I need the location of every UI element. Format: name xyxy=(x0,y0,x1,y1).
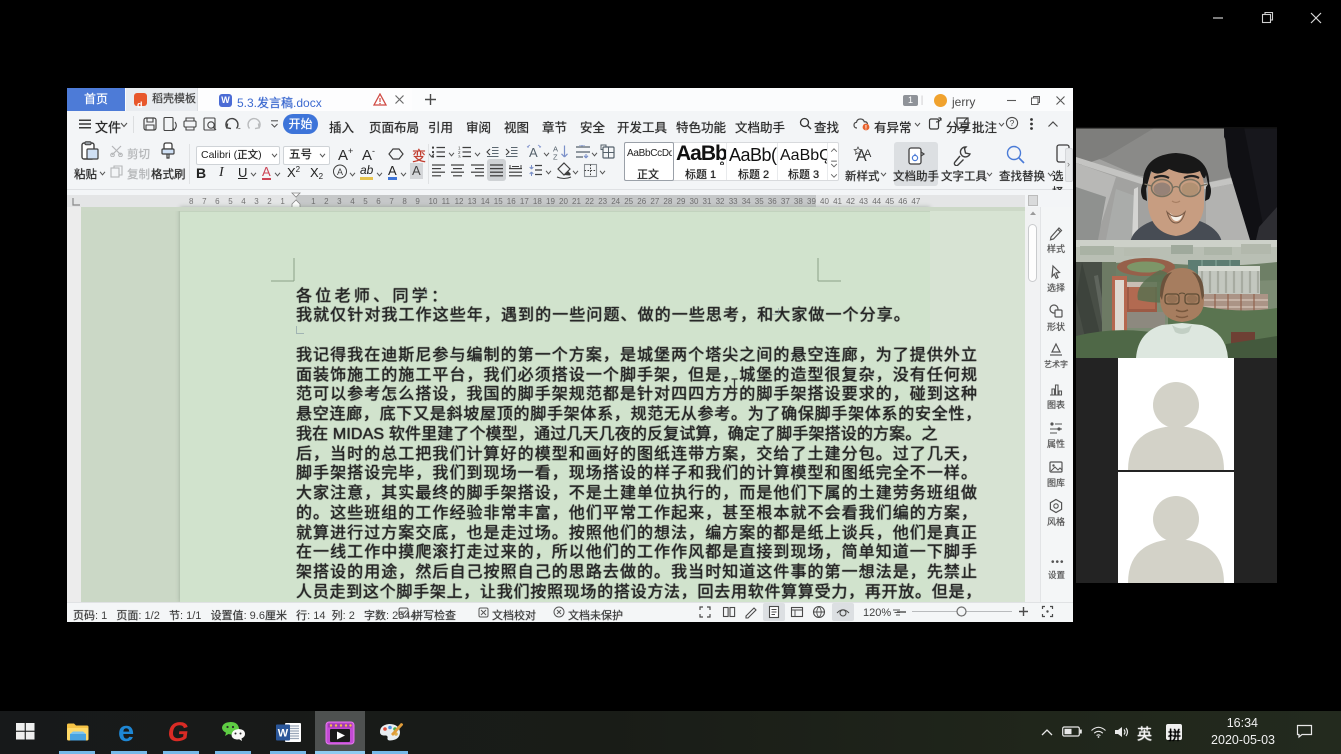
svg-text:A: A xyxy=(529,145,538,159)
svg-text:Z: Z xyxy=(553,153,558,161)
svg-text:A: A xyxy=(337,167,343,177)
svg-text:!: ! xyxy=(865,124,867,131)
svg-text:A: A xyxy=(864,148,872,160)
svg-text:W: W xyxy=(278,728,289,740)
svg-text:3: 3 xyxy=(458,154,461,158)
svg-text:?: ? xyxy=(1010,118,1015,128)
